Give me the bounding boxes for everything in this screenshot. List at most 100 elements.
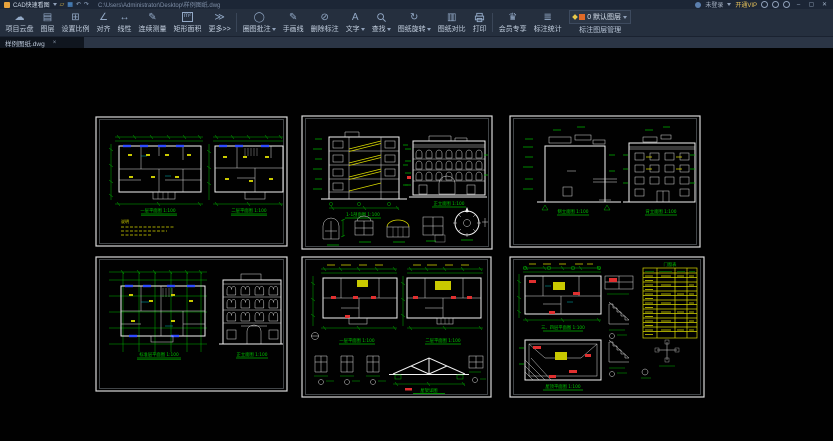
app-menu-caret-icon[interactable] (53, 3, 57, 6)
drawing-title: 侧立面图 1:100 (558, 208, 589, 215)
sheet-plan-and-front-elevation[interactable]: 标准层平面图 1:100 正立面图 1:100 (95, 256, 288, 392)
theme-icon[interactable] (772, 1, 779, 8)
rotate-drawing-button[interactable]: ↻ 图纸旋转 (394, 9, 434, 36)
titlebar-right: 未登录 开通VIP – ▢ ✕ (695, 0, 829, 9)
drawing-title: 正立面图 1:100 (434, 200, 465, 207)
rear-elevation: 背立面图 1:100 (623, 127, 695, 215)
button-label: 手画线 (283, 24, 304, 34)
layers-icon: ▤ (43, 11, 52, 23)
vip-button[interactable]: 开通VIP (735, 0, 757, 9)
floor-plan-second: 二层平面图 1:100 (401, 265, 483, 344)
button-label: 会员专享 (499, 24, 527, 34)
button-label: 设置比例 (62, 24, 90, 34)
drawing-title: 三、四层平面图 1:100 (541, 325, 585, 331)
print-button[interactable]: 打印 (469, 9, 490, 36)
main-toolbar: ☁ 项目云盘 ▤ 图层 ⊞ 设置比例 ∠ 对齐 ↔ 线性 ✎ 连续测量 m² 矩… (0, 9, 833, 37)
tab-sample-drawing[interactable]: 样例图纸.dwg × (0, 37, 84, 48)
button-label: 标注统计 (534, 24, 562, 34)
chevron-down-icon (272, 28, 276, 31)
more-button[interactable]: ≫ 更多>> (205, 9, 234, 36)
button-label: 圈图批注 (243, 24, 271, 34)
drawing-title: 二层平面图 1:100 (425, 338, 460, 344)
close-button[interactable]: ✕ (820, 1, 829, 8)
tab-label: 样例图纸.dwg (5, 38, 45, 48)
folder-icon[interactable]: ▱ (60, 2, 65, 8)
drawing-title: 一层平面图 1:100 (140, 208, 175, 214)
more-icon: ≫ (214, 11, 224, 23)
maximize-button[interactable]: ▢ (807, 1, 816, 8)
set-scale-button[interactable]: ⊞ 设置比例 (58, 9, 93, 36)
rect-area-button[interactable]: m² 矩形面积 (170, 9, 205, 36)
linear-dimension-icon: ↔ (120, 11, 130, 23)
redo-icon[interactable]: ↷ (84, 2, 89, 8)
floor-plan-second: 二层平面图 1:100 (207, 135, 283, 215)
construction-details (314, 356, 386, 385)
toolbar-divider (236, 13, 237, 32)
search-icon (376, 11, 387, 23)
button-label: 项目云盘 (6, 24, 34, 34)
door-window-schedule-table: 门窗表 (643, 261, 697, 338)
table-title: 门窗表 (664, 261, 678, 268)
annotation-layer-caption: 标注图层管理 (569, 25, 631, 35)
annotation-layer-controls: 0 默认图层 标注图层管理 (569, 9, 631, 36)
annotation-stats-button[interactable]: ≣ 标注统计 (530, 9, 565, 36)
sheet-floor-plans[interactable]: 一层平面图 1:100 二层平面图 1:100 说明 (95, 116, 288, 247)
button-label: 图纸旋转 (398, 24, 426, 34)
button-label: 文字 (346, 24, 360, 34)
stats-icon: ≣ (543, 11, 551, 23)
sheet-plans-roof-and-schedule[interactable]: 三、四层平面图 1:100 屋顶平面图 1:100 (509, 256, 705, 398)
delete-annotation-button[interactable]: ⊘ 删除标注 (307, 9, 342, 36)
print-icon (474, 11, 485, 23)
linear-dimension-button[interactable]: ↔ 线性 (114, 9, 135, 36)
chevron-down-icon (361, 28, 365, 31)
compare-icon: ▥ (447, 11, 456, 23)
sheet-side-rear-elevations[interactable]: 侧立面图 1:100 背立面图 1:100 (509, 115, 701, 248)
sheet-plans-and-roof-truss[interactable]: 一层平面图 1:100 二层平面图 1:100 (301, 256, 492, 398)
drawing-canvas[interactable]: 一层平面图 1:100 二层平面图 1:100 说明 (0, 48, 833, 441)
crown-icon: ♛ (508, 11, 517, 23)
area-icon: m² (182, 12, 193, 22)
button-label: 线性 (118, 24, 132, 34)
scale-icon: ⊞ (71, 11, 79, 23)
help-icon[interactable] (783, 1, 790, 8)
notes-heading: 说明 (121, 218, 129, 224)
login-caret-icon[interactable] (727, 3, 731, 6)
login-status[interactable]: 未登录 (705, 0, 723, 9)
button-label: 对齐 (97, 24, 111, 34)
eraser-icon: ⊘ (320, 11, 328, 23)
front-elevation: 正立面图 1:100 (405, 136, 488, 207)
layers-button[interactable]: ▤ 图层 (37, 9, 58, 36)
minimize-button[interactable]: – (794, 2, 803, 8)
continuous-measure-button[interactable]: ✎ 连续测量 (135, 9, 170, 36)
drawing-title: 标准层平面图 1:100 (139, 351, 179, 358)
annotation-layer-select[interactable]: 0 默认图层 (569, 10, 631, 24)
freehand-icon: ✎ (289, 11, 297, 23)
freehand-line-button[interactable]: ✎ 手画线 (279, 9, 307, 36)
align-button[interactable]: ∠ 对齐 (93, 9, 114, 36)
find-button[interactable]: 查找 (368, 9, 394, 36)
floor-plan-first: 一层平面图 1:100 (311, 265, 397, 344)
text-button[interactable]: A 文字 (342, 9, 368, 36)
roof-truss-detail: 屋架详图 (389, 358, 469, 394)
button-label: 查找 (372, 24, 386, 34)
drawing-title: 正立面图 1:100 (237, 351, 268, 358)
drawing-title: 一层平面图 1:100 (339, 338, 374, 344)
floor-plan-first: 一层平面图 1:100 (109, 135, 203, 215)
button-label: 连续测量 (139, 24, 167, 34)
save-icon[interactable]: ▦ (67, 2, 73, 8)
front-elevation: 正立面图 1:100 (219, 274, 283, 358)
roof-plan: 屋顶平面图 1:100 (519, 340, 601, 390)
refresh-icon[interactable] (761, 1, 768, 8)
avatar[interactable] (695, 2, 701, 8)
compare-drawing-button[interactable]: ▥ 图纸对比 (434, 9, 469, 36)
undo-icon[interactable]: ↶ (76, 2, 81, 8)
file-path: C:\Users\Administrator\Desktop\样例图纸.dwg (98, 0, 220, 9)
titlebar: CAD快速看图 ▱ ▦ ↶ ↷ C:\Users\Administrator\D… (0, 0, 833, 9)
circle-annotation-button[interactable]: ◯ 圈图批注 (239, 9, 279, 36)
sheet-section-and-elevation[interactable]: 1-1剖面图 1:100 正立面图 1:100 (301, 115, 493, 250)
project-cloud-button[interactable]: ☁ 项目云盘 (2, 9, 37, 36)
member-exclusive-button[interactable]: ♛ 会员专享 (495, 9, 530, 36)
standard-floor-plan: 标准层平面图 1:100 (109, 270, 207, 359)
tab-close-icon[interactable]: × (53, 40, 57, 46)
chevron-down-icon (427, 28, 431, 31)
